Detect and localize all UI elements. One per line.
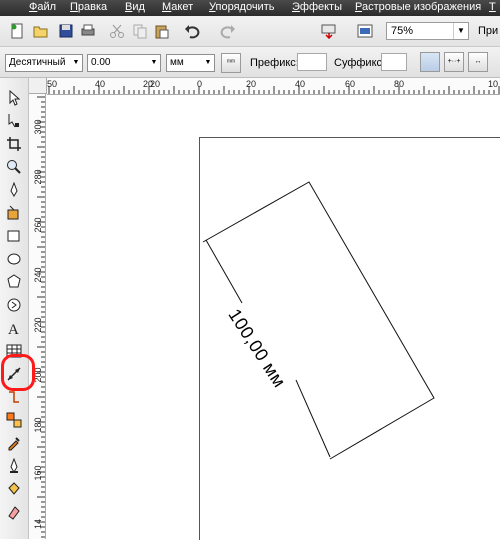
dimension-line-drawing[interactable]: [0, 0, 500, 539]
